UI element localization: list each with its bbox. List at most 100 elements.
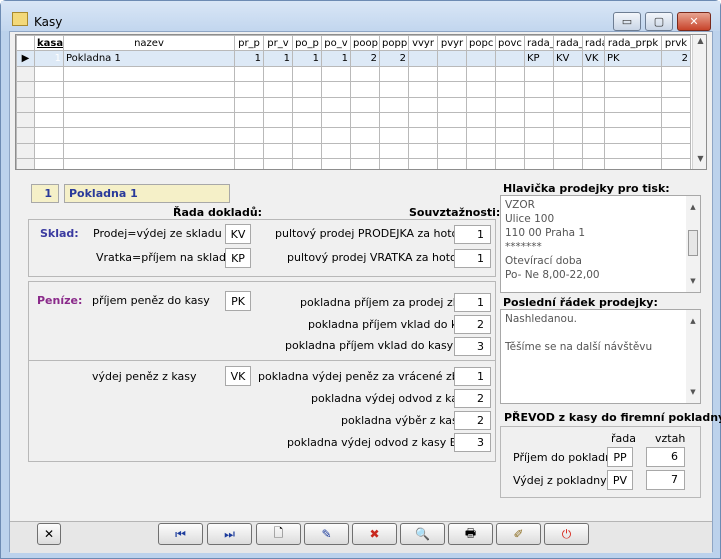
header-poop[interactable]: poop (350, 35, 380, 52)
cell-rada-3[interactable]: VK (582, 50, 605, 67)
cell-pr-v[interactable]: 1 (263, 50, 293, 67)
new-record-button[interactable]: 🗋 (256, 523, 301, 545)
data-grid[interactable]: kasa nazev pr_p pr_v po_p po_v poop popp… (15, 34, 707, 170)
header-rada-1[interactable]: rada_ (524, 35, 554, 52)
cell-povc[interactable] (495, 50, 525, 67)
prevod-col-vztah: vztah (655, 432, 686, 445)
prijem-desc: pokladna příjem za prodej zboží (300, 296, 476, 309)
cell-prpk[interactable]: 2 (661, 50, 691, 67)
sklad-code-field[interactable]: KV (225, 224, 251, 244)
print-button[interactable]: 🖶 (448, 523, 493, 545)
empty-row (16, 65, 691, 83)
posledni-memo[interactable]: Nashledanou. Těšíme se na další návštěvu… (500, 309, 701, 404)
cell-nazev[interactable]: Pokladna 1 (63, 50, 235, 67)
vydej-value-field[interactable]: 1 (454, 367, 491, 386)
sklad-value-field[interactable]: 1 (454, 225, 491, 244)
first-record-button[interactable]: ⏮ (158, 523, 203, 545)
posledni-scrollbar[interactable]: ▲ ▼ (686, 310, 700, 403)
maximize-button[interactable]: ▢ (645, 12, 673, 31)
prijem-value-field[interactable]: 2 (454, 315, 491, 334)
header-pr-v[interactable]: pr_v (263, 35, 293, 52)
header-rada-prpk[interactable]: rada_prpk (604, 35, 662, 52)
posledni-line: Těšíme se na další návštěvu (505, 341, 653, 353)
empty-row (16, 158, 691, 169)
prijem-code-field[interactable]: PK (225, 291, 251, 311)
header-pr-p[interactable]: pr_p (234, 35, 264, 52)
prevod-value-field[interactable]: 7 (646, 470, 685, 490)
scroll-up-icon[interactable]: ▲ (686, 200, 700, 214)
scroll-down-icon[interactable]: ▼ (693, 154, 706, 168)
cell-popc[interactable] (466, 50, 496, 67)
last-record-button[interactable]: ⏭ (207, 523, 252, 545)
vydej-value-field[interactable]: 3 (454, 433, 491, 452)
prevod-code-field[interactable]: PV (607, 470, 633, 490)
scroll-down-icon[interactable]: ▼ (686, 274, 700, 288)
header-povc[interactable]: povc (495, 35, 525, 52)
cell-pr-p[interactable]: 1 (234, 50, 264, 67)
hlavicka-memo[interactable]: VZOR Ulice 100 110 00 Praha 1 ******* Ot… (500, 195, 701, 293)
header-po-p[interactable]: po_p (292, 35, 322, 52)
sklad-value-field[interactable]: 1 (454, 249, 491, 268)
cell-rada-1[interactable]: KP (524, 50, 554, 67)
empty-row (16, 142, 691, 160)
vydej-value-field[interactable]: 2 (454, 389, 491, 408)
cell-po-p[interactable]: 1 (292, 50, 322, 67)
client-area: kasa nazev pr_p pr_v po_p po_v poop popp… (9, 31, 721, 553)
prevod-value-field[interactable]: 6 (646, 447, 685, 467)
scroll-thumb[interactable] (688, 230, 698, 256)
cell-rada-2[interactable]: KV (553, 50, 583, 67)
power-button[interactable]: ⏻ (544, 523, 589, 545)
sklad-desc: pultový prodej VRATKA za hotové (287, 251, 471, 264)
prevod-code-field[interactable]: PP (607, 447, 633, 467)
close-form-button[interactable]: ✕ (37, 523, 61, 545)
posledni-title: Poslední řádek prodejky: (503, 296, 658, 309)
window-title: Kasy (34, 15, 63, 29)
header-rada-3[interactable]: rada_ (582, 35, 605, 52)
cell-vvyr[interactable] (408, 50, 438, 67)
delete-record-button[interactable]: ✖ (352, 523, 397, 545)
close-window-button[interactable]: ✕ (677, 12, 711, 31)
header-vvyr[interactable]: vvyr (408, 35, 438, 52)
sklad-row-label: Vratka=příjem na sklad (96, 251, 226, 264)
kasa-field[interactable]: 1 (31, 184, 59, 203)
minimize-button[interactable]: ▭ (613, 12, 641, 31)
scroll-up-icon[interactable]: ▲ (693, 36, 706, 50)
header-kasa[interactable]: kasa (34, 35, 64, 52)
empty-row (16, 111, 691, 129)
cell-popp[interactable]: 2 (379, 50, 409, 67)
nazev-field[interactable]: Pokladna 1 (64, 184, 230, 203)
cell-kasa[interactable]: 1 (34, 50, 64, 67)
empty-row (16, 96, 691, 113)
prijem-value-field[interactable]: 3 (454, 337, 491, 356)
find-button[interactable]: 🔍 (400, 523, 445, 545)
cell-po-v[interactable]: 1 (321, 50, 351, 67)
scroll-down-icon[interactable]: ▼ (686, 385, 700, 399)
grid-scrollbar[interactable]: ▲ ▼ (692, 35, 706, 169)
row-indicator-icon: ▶ (16, 50, 35, 67)
header-popp[interactable]: popp (379, 35, 409, 52)
header-prvk[interactable]: prvk (661, 35, 691, 52)
cell-poop[interactable]: 2 (350, 50, 380, 67)
tools-button[interactable]: ✐ (496, 523, 541, 545)
hlavicka-line: Po- Ne 8,00-22,00 (505, 269, 600, 281)
cell-pvyr[interactable] (437, 50, 467, 67)
vydej-desc: pokladna výdej odvod z kasy EUR (287, 436, 473, 449)
scroll-up-icon[interactable]: ▲ (686, 314, 700, 328)
vydej-value-field[interactable]: 2 (454, 411, 491, 430)
souvztaznosti-label: Souvztažnosti: (409, 206, 501, 219)
header-nazev[interactable]: nazev (63, 35, 235, 52)
header-po-v[interactable]: po_v (321, 35, 351, 52)
sklad-code-field[interactable]: KP (225, 248, 251, 268)
hlavicka-line: ******* (505, 241, 542, 253)
title-bar: Kasy ▭ ▢ ✕ (1, 1, 720, 31)
vydej-code-field[interactable]: VK (225, 366, 251, 386)
table-row[interactable]: ▶ 1 Pokladna 1 1 1 1 1 2 2 KP KV VK PK 2… (16, 50, 691, 67)
hlavicka-scrollbar[interactable]: ▲ ▼ (686, 196, 700, 292)
vydej-desc: pokladna výdej odvod z kasy (311, 392, 471, 405)
header-pvyr[interactable]: pvyr (437, 35, 467, 52)
prijem-value-field[interactable]: 1 (454, 293, 491, 312)
cell-rada-4[interactable]: PK (604, 50, 662, 67)
header-rada-2[interactable]: rada_ (553, 35, 583, 52)
edit-record-button[interactable]: ✎ (304, 523, 349, 545)
header-popc[interactable]: popc (466, 35, 496, 52)
